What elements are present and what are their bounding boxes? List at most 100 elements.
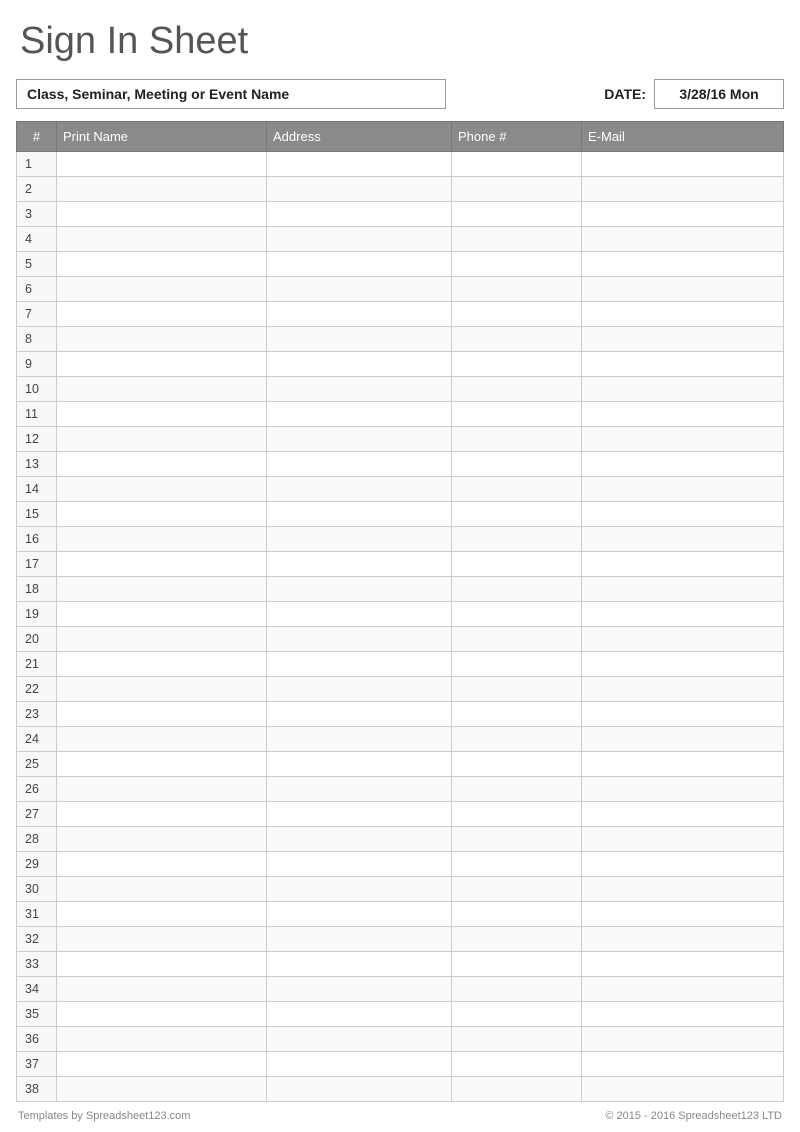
row-email[interactable] bbox=[582, 702, 784, 727]
row-name[interactable] bbox=[57, 777, 267, 802]
row-name[interactable] bbox=[57, 1027, 267, 1052]
row-email[interactable] bbox=[582, 602, 784, 627]
row-name[interactable] bbox=[57, 527, 267, 552]
row-phone[interactable] bbox=[452, 602, 582, 627]
row-name[interactable] bbox=[57, 827, 267, 852]
row-address[interactable] bbox=[267, 577, 452, 602]
row-phone[interactable] bbox=[452, 227, 582, 252]
row-address[interactable] bbox=[267, 727, 452, 752]
row-name[interactable] bbox=[57, 652, 267, 677]
row-email[interactable] bbox=[582, 302, 784, 327]
row-address[interactable] bbox=[267, 802, 452, 827]
row-name[interactable] bbox=[57, 977, 267, 1002]
row-email[interactable] bbox=[582, 1052, 784, 1077]
row-name[interactable] bbox=[57, 877, 267, 902]
row-address[interactable] bbox=[267, 202, 452, 227]
row-phone[interactable] bbox=[452, 552, 582, 577]
row-address[interactable] bbox=[267, 1052, 452, 1077]
row-name[interactable] bbox=[57, 352, 267, 377]
row-phone[interactable] bbox=[452, 902, 582, 927]
row-phone[interactable] bbox=[452, 452, 582, 477]
row-phone[interactable] bbox=[452, 177, 582, 202]
row-address[interactable] bbox=[267, 927, 452, 952]
event-name-field[interactable]: Class, Seminar, Meeting or Event Name bbox=[16, 79, 446, 109]
row-email[interactable] bbox=[582, 527, 784, 552]
row-phone[interactable] bbox=[452, 1002, 582, 1027]
row-email[interactable] bbox=[582, 577, 784, 602]
row-name[interactable] bbox=[57, 152, 267, 177]
row-phone[interactable] bbox=[452, 477, 582, 502]
row-phone[interactable] bbox=[452, 752, 582, 777]
row-name[interactable] bbox=[57, 377, 267, 402]
row-address[interactable] bbox=[267, 452, 452, 477]
row-phone[interactable] bbox=[452, 252, 582, 277]
row-email[interactable] bbox=[582, 627, 784, 652]
row-address[interactable] bbox=[267, 552, 452, 577]
row-name[interactable] bbox=[57, 577, 267, 602]
row-name[interactable] bbox=[57, 1052, 267, 1077]
row-address[interactable] bbox=[267, 877, 452, 902]
row-address[interactable] bbox=[267, 1002, 452, 1027]
row-address[interactable] bbox=[267, 302, 452, 327]
row-address[interactable] bbox=[267, 777, 452, 802]
row-address[interactable] bbox=[267, 427, 452, 452]
row-email[interactable] bbox=[582, 502, 784, 527]
row-email[interactable] bbox=[582, 677, 784, 702]
row-address[interactable] bbox=[267, 402, 452, 427]
row-email[interactable] bbox=[582, 877, 784, 902]
row-name[interactable] bbox=[57, 177, 267, 202]
row-phone[interactable] bbox=[452, 327, 582, 352]
row-address[interactable] bbox=[267, 527, 452, 552]
row-address[interactable] bbox=[267, 227, 452, 252]
row-name[interactable] bbox=[57, 952, 267, 977]
row-email[interactable] bbox=[582, 1077, 784, 1102]
row-phone[interactable] bbox=[452, 352, 582, 377]
row-name[interactable] bbox=[57, 1077, 267, 1102]
row-name[interactable] bbox=[57, 927, 267, 952]
row-name[interactable] bbox=[57, 302, 267, 327]
row-email[interactable] bbox=[582, 227, 784, 252]
row-email[interactable] bbox=[582, 852, 784, 877]
row-name[interactable] bbox=[57, 702, 267, 727]
row-name[interactable] bbox=[57, 327, 267, 352]
row-phone[interactable] bbox=[452, 727, 582, 752]
row-phone[interactable] bbox=[452, 827, 582, 852]
row-address[interactable] bbox=[267, 627, 452, 652]
row-phone[interactable] bbox=[452, 502, 582, 527]
row-address[interactable] bbox=[267, 1027, 452, 1052]
row-phone[interactable] bbox=[452, 302, 582, 327]
row-email[interactable] bbox=[582, 1027, 784, 1052]
row-name[interactable] bbox=[57, 452, 267, 477]
row-phone[interactable] bbox=[452, 377, 582, 402]
row-email[interactable] bbox=[582, 352, 784, 377]
row-name[interactable] bbox=[57, 727, 267, 752]
row-phone[interactable] bbox=[452, 1027, 582, 1052]
row-address[interactable] bbox=[267, 952, 452, 977]
row-phone[interactable] bbox=[452, 427, 582, 452]
row-email[interactable] bbox=[582, 902, 784, 927]
row-email[interactable] bbox=[582, 752, 784, 777]
row-email[interactable] bbox=[582, 977, 784, 1002]
row-name[interactable] bbox=[57, 852, 267, 877]
row-name[interactable] bbox=[57, 477, 267, 502]
row-email[interactable] bbox=[582, 177, 784, 202]
row-phone[interactable] bbox=[452, 627, 582, 652]
row-name[interactable] bbox=[57, 627, 267, 652]
row-name[interactable] bbox=[57, 252, 267, 277]
row-email[interactable] bbox=[582, 777, 784, 802]
row-email[interactable] bbox=[582, 552, 784, 577]
row-email[interactable] bbox=[582, 327, 784, 352]
row-address[interactable] bbox=[267, 677, 452, 702]
row-phone[interactable] bbox=[452, 1077, 582, 1102]
row-email[interactable] bbox=[582, 277, 784, 302]
row-name[interactable] bbox=[57, 402, 267, 427]
row-name[interactable] bbox=[57, 602, 267, 627]
row-phone[interactable] bbox=[452, 802, 582, 827]
row-address[interactable] bbox=[267, 502, 452, 527]
row-email[interactable] bbox=[582, 202, 784, 227]
row-name[interactable] bbox=[57, 427, 267, 452]
row-email[interactable] bbox=[582, 952, 784, 977]
row-name[interactable] bbox=[57, 202, 267, 227]
row-email[interactable] bbox=[582, 402, 784, 427]
row-phone[interactable] bbox=[452, 1052, 582, 1077]
